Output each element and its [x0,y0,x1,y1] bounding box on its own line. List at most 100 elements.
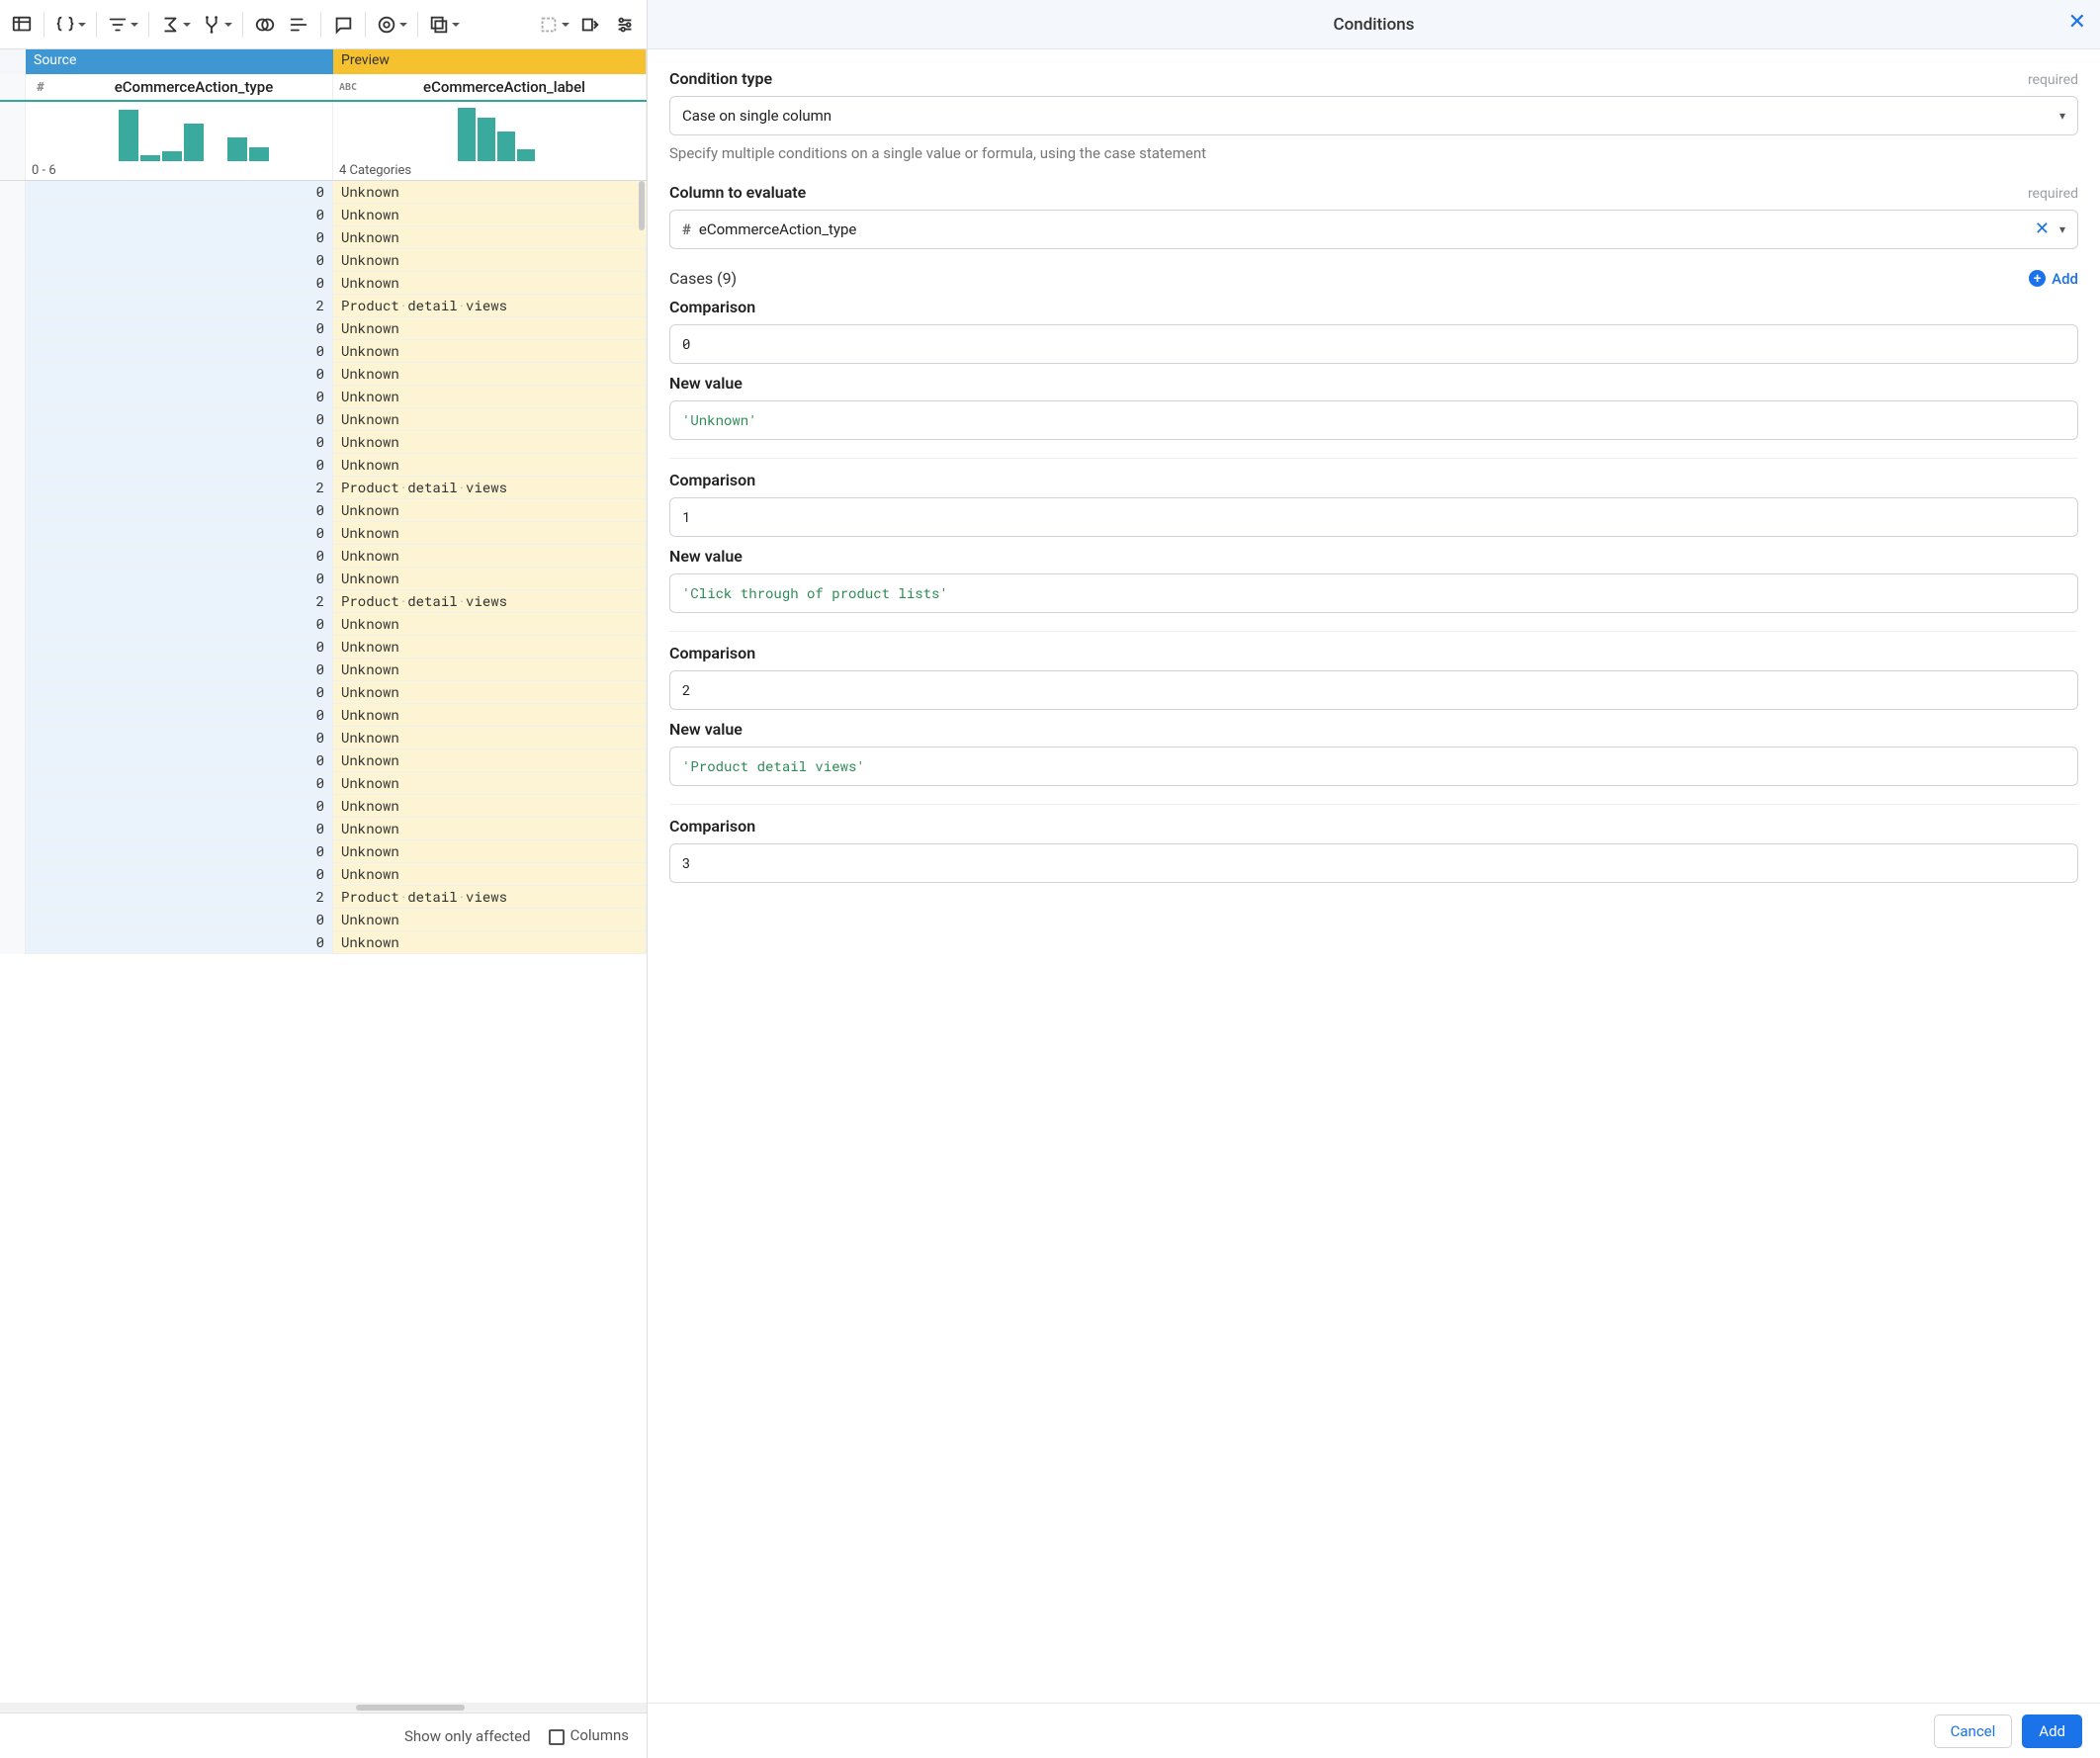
add-case-link[interactable]: + Add [2029,270,2078,288]
clear-icon[interactable]: ✕ [2035,220,2050,238]
comparison-label: Comparison [669,644,2078,662]
cell-preview: Unknown [333,545,647,568]
row-gutter [0,272,26,295]
toolbar-sliders-icon[interactable] [609,7,641,43]
table-row[interactable]: 0Unknown [0,727,647,749]
table-row[interactable]: 0Unknown [0,181,647,204]
table-row[interactable]: 2Product·detail·views [0,295,647,317]
cell-preview: Product·detail·views [333,295,647,317]
checkbox-icon[interactable] [549,1729,565,1745]
table-row[interactable]: 0Unknown [0,204,647,226]
comparison-input[interactable]: 2 [669,670,2078,710]
table-row[interactable]: 0Unknown [0,363,647,386]
table-row[interactable]: 0Unknown [0,499,647,522]
data-grid[interactable]: 0Unknown0Unknown0Unknown0Unknown0Unknown… [0,181,647,1703]
table-row[interactable]: 0Unknown [0,840,647,863]
cell-preview: Unknown [333,454,647,477]
new-value-input[interactable]: 'Click through of product lists' [669,573,2078,613]
columns-toggle[interactable]: Columns [549,1726,629,1744]
toolbar-comment-icon[interactable] [327,7,359,43]
toolbar-sigma-icon[interactable] [155,7,195,43]
table-row[interactable]: 2Product·detail·views [0,477,647,499]
cell-source: 0 [26,909,333,931]
cancel-button[interactable]: Cancel [1934,1714,2013,1748]
row-gutter [0,499,26,522]
row-gutter [0,340,26,363]
cell-source: 0 [26,317,333,340]
close-icon[interactable]: ✕ [2068,12,2086,34]
table-row[interactable]: 0Unknown [0,772,647,795]
comparison-input[interactable]: 1 [669,497,2078,537]
table-row[interactable]: 0Unknown [0,909,647,931]
row-gutter [0,704,26,727]
comparison-label: Comparison [669,817,2078,835]
table-row[interactable]: 0Unknown [0,431,647,454]
horizontal-scrollbar-thumb[interactable] [356,1705,465,1711]
new-value-input[interactable]: 'Unknown' [669,400,2078,440]
table-row[interactable]: 0Unknown [0,636,647,659]
table-row[interactable]: 2Product·detail·views [0,590,647,613]
condition-type-select[interactable]: Case on single column ▾ [669,96,2078,135]
case-block: Comparison2New value'Product detail view… [669,644,2078,805]
comparison-input[interactable]: 3 [669,843,2078,883]
row-gutter [0,363,26,386]
show-only-affected-label[interactable]: Show only affected [404,1727,531,1745]
toolbar-table-icon[interactable] [6,7,38,43]
table-row[interactable]: 0Unknown [0,408,647,431]
column-evaluate-select[interactable]: # eCommerceAction_type ✕ ▾ [669,210,2078,249]
table-row[interactable]: 0Unknown [0,249,647,272]
table-row[interactable]: 0Unknown [0,681,647,704]
table-row[interactable]: 0Unknown [0,818,647,840]
cell-preview: Unknown [333,909,647,931]
table-row[interactable]: 0Unknown [0,317,647,340]
add-button[interactable]: Add [2022,1714,2082,1748]
toolbar-select-icon[interactable] [534,7,573,43]
horizontal-scrollbar[interactable] [0,1703,647,1713]
column-header-source[interactable]: # eCommerceAction_type [26,74,333,100]
abc-icon: ABC [333,82,363,93]
table-row[interactable]: 0Unknown [0,931,647,954]
histogram-preview[interactable]: 4 Categories [333,102,647,180]
cell-preview: Unknown [333,499,647,522]
table-row[interactable]: 0Unknown [0,704,647,727]
cell-preview: Unknown [333,317,647,340]
comparison-label: Comparison [669,471,2078,489]
cell-source: 0 [26,568,333,590]
table-row[interactable]: 0Unknown [0,386,647,408]
toolbar-braces-icon[interactable] [50,7,90,43]
toolbar-merge-icon[interactable] [197,7,236,43]
table-row[interactable]: 0Unknown [0,226,647,249]
table-row[interactable]: 0Unknown [0,454,647,477]
cell-preview: Unknown [333,272,647,295]
toolbar-lines-icon[interactable] [283,7,314,43]
table-row[interactable]: 2Product·detail·views [0,886,647,909]
table-row[interactable]: 0Unknown [0,659,647,681]
toolbar-join-icon[interactable] [249,7,281,43]
table-row[interactable]: 0Unknown [0,749,647,772]
table-row[interactable]: 0Unknown [0,272,647,295]
row-gutter [0,659,26,681]
row-gutter [0,226,26,249]
cell-source: 0 [26,386,333,408]
toolbar-target-icon[interactable] [372,7,411,43]
row-gutter [0,863,26,886]
table-row[interactable]: 0Unknown [0,545,647,568]
condition-type-value: Case on single column [682,107,831,125]
row-gutter [0,681,26,704]
table-row[interactable]: 0Unknown [0,522,647,545]
new-value-input[interactable]: 'Product detail views' [669,747,2078,786]
vertical-scrollbar-thumb[interactable] [639,181,645,230]
panel-footer: Cancel Add [648,1703,2100,1758]
table-row[interactable]: 0Unknown [0,613,647,636]
table-row[interactable]: 0Unknown [0,340,647,363]
toolbar-filter-icon[interactable] [103,7,142,43]
column-header-preview[interactable]: ABC eCommerceAction_label [333,74,647,100]
cell-preview: Unknown [333,249,647,272]
histogram-source[interactable]: 0 - 6 [26,102,333,180]
toolbar-stack-icon[interactable] [424,7,464,43]
table-row[interactable]: 0Unknown [0,568,647,590]
toolbar-send-to-end-icon[interactable] [575,7,607,43]
table-row[interactable]: 0Unknown [0,863,647,886]
comparison-input[interactable]: 0 [669,324,2078,364]
table-row[interactable]: 0Unknown [0,795,647,818]
